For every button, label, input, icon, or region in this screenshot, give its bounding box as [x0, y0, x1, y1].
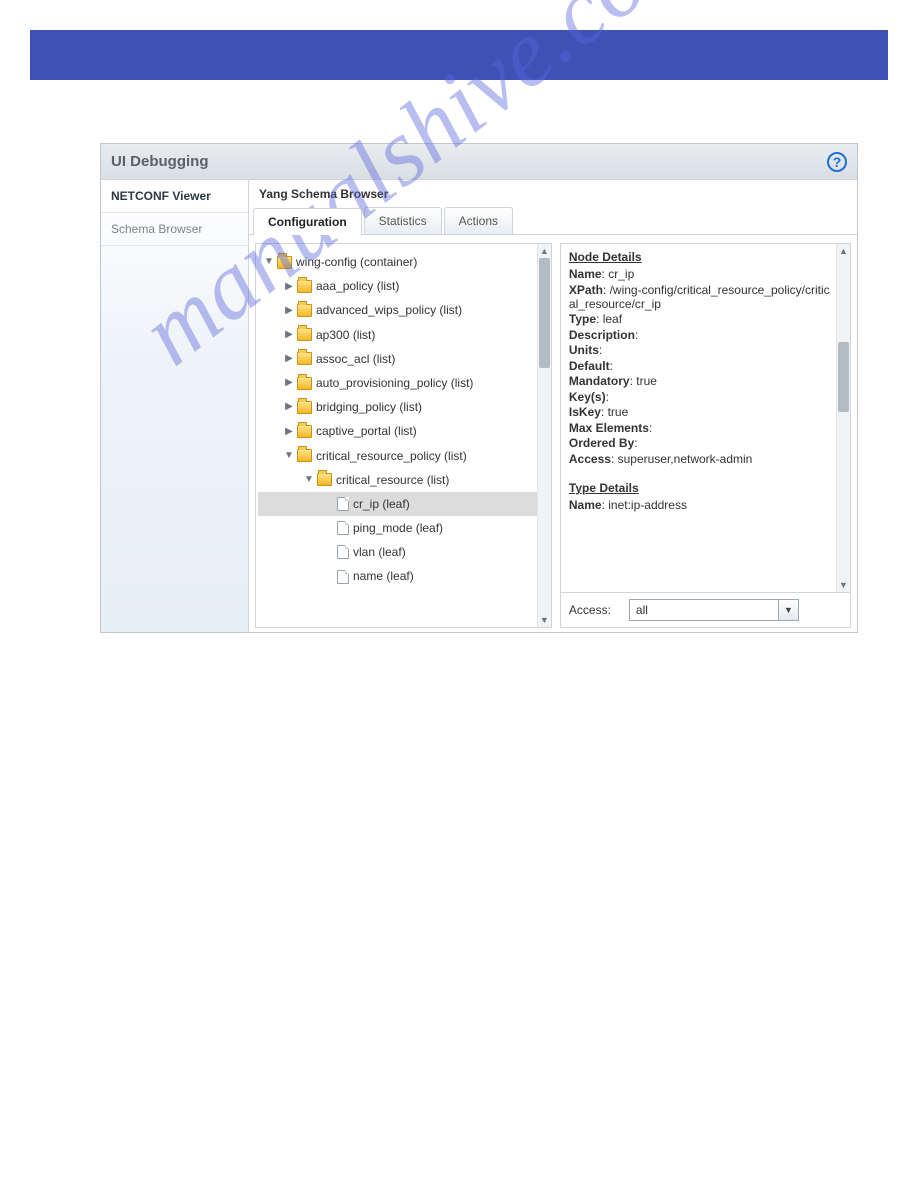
- tree-row[interactable]: ▼ critical_resource (list): [258, 468, 537, 492]
- tree-label: ap300 (list): [316, 327, 375, 343]
- folder-icon: [297, 352, 312, 365]
- scroll-thumb[interactable]: [838, 342, 849, 412]
- nav-item-schema-browser[interactable]: Schema Browser: [101, 213, 248, 246]
- schema-tree[interactable]: ▼ wing-config (container) ▶ aaa_policy (li…: [256, 244, 551, 595]
- caret-right-icon[interactable]: ▶: [284, 378, 294, 388]
- kv-td-name: Name: inet:ip-address: [569, 498, 832, 512]
- tree-label: assoc_acl (list): [316, 351, 395, 367]
- tree-label: ping_mode (leaf): [353, 520, 443, 536]
- scroll-up-icon[interactable]: ▲: [837, 244, 850, 258]
- tree-row[interactable]: ▶ping_mode (leaf): [258, 516, 537, 540]
- kv-access: Access: superuser,network-admin: [569, 452, 832, 466]
- kv-units: Units:: [569, 343, 832, 357]
- access-select-value: all: [636, 603, 648, 617]
- tree-label: critical_resource (list): [336, 472, 449, 488]
- folder-icon: [277, 256, 292, 269]
- tree-scrollbar[interactable]: ▲ ▼: [537, 244, 551, 627]
- caret-right-icon[interactable]: ▶: [284, 426, 294, 436]
- file-icon: [337, 570, 349, 584]
- kv-default: Default:: [569, 359, 832, 373]
- type-details-heading: Type Details: [569, 481, 832, 495]
- tree-row[interactable]: ▶name (leaf): [258, 564, 537, 588]
- tree-label: vlan (leaf): [353, 544, 406, 560]
- page-top-bar: [30, 30, 888, 80]
- kv-maxelem: Max Elements:: [569, 421, 832, 435]
- file-icon: [337, 521, 349, 535]
- detail-scrollbar[interactable]: ▲ ▼: [836, 244, 850, 592]
- kv-iskey: IsKey: true: [569, 405, 832, 419]
- folder-icon: [297, 377, 312, 390]
- caret-right-icon[interactable]: ▶: [284, 305, 294, 315]
- folder-icon: [297, 280, 312, 293]
- node-details: Node Details Name: cr_ip XPath: /wing-co…: [561, 244, 850, 592]
- panel-title: UI Debugging: [111, 153, 209, 170]
- tree-row[interactable]: ▶ auto_provisioning_policy (list): [258, 371, 537, 395]
- caret-right-icon[interactable]: ▶: [284, 354, 294, 364]
- tree-label: wing-config (container): [296, 254, 417, 270]
- tree-label: name (leaf): [353, 568, 414, 584]
- tree-row-selected[interactable]: ▶cr_ip (leaf): [258, 492, 537, 516]
- tree-row[interactable]: ▶ captive_portal (list): [258, 419, 537, 443]
- tree-label: captive_portal (list): [316, 423, 417, 439]
- folder-icon: [297, 449, 312, 462]
- kv-mandatory: Mandatory: true: [569, 374, 832, 388]
- left-nav: NETCONF Viewer Schema Browser: [101, 180, 249, 632]
- tree-row[interactable]: ▼ wing-config (container): [258, 250, 537, 274]
- tree-row[interactable]: ▶ assoc_acl (list): [258, 347, 537, 371]
- ui-debugging-panel: UI Debugging ? NETCONF Viewer Schema Bro…: [100, 143, 858, 633]
- folder-icon: [317, 473, 332, 486]
- kv-ordered: Ordered By:: [569, 436, 832, 450]
- tree-label: advanced_wips_policy (list): [316, 302, 462, 318]
- kv-name: Name: cr_ip: [569, 267, 832, 281]
- kv-keys: Key(s):: [569, 390, 832, 404]
- folder-icon: [297, 304, 312, 317]
- section-title: Yang Schema Browser: [249, 180, 857, 207]
- tree-panel: ▼ wing-config (container) ▶ aaa_policy (li…: [255, 243, 552, 628]
- kv-xpath: XPath: /wing-config/critical_resource_po…: [569, 283, 832, 311]
- caret-right-icon[interactable]: ▶: [284, 281, 294, 291]
- tree-label: cr_ip (leaf): [353, 496, 410, 512]
- kv-type: Type: leaf: [569, 312, 832, 326]
- chevron-down-icon[interactable]: ▼: [778, 600, 798, 620]
- help-icon[interactable]: ?: [827, 152, 847, 172]
- tab-configuration[interactable]: Configuration: [253, 208, 362, 235]
- file-icon: [337, 497, 349, 511]
- tree-row[interactable]: ▶ bridging_policy (list): [258, 395, 537, 419]
- node-details-heading: Node Details: [569, 250, 832, 264]
- tree-row[interactable]: ▶ aaa_policy (list): [258, 274, 537, 298]
- tree-label: auto_provisioning_policy (list): [316, 375, 473, 391]
- scroll-thumb[interactable]: [539, 258, 550, 368]
- main-area: Yang Schema Browser Configuration Statis…: [249, 180, 857, 632]
- detail-panel: Node Details Name: cr_ip XPath: /wing-co…: [560, 243, 851, 628]
- caret-down-icon[interactable]: ▼: [284, 451, 294, 461]
- tree-label: critical_resource_policy (list): [316, 448, 467, 464]
- caret-right-icon[interactable]: ▶: [284, 402, 294, 412]
- file-icon: [337, 545, 349, 559]
- tab-actions[interactable]: Actions: [444, 207, 513, 234]
- access-select[interactable]: all ▼: [629, 599, 799, 621]
- tabs: Configuration Statistics Actions: [249, 207, 857, 235]
- access-filter-label: Access:: [569, 603, 611, 617]
- scroll-down-icon[interactable]: ▼: [538, 613, 551, 627]
- tree-row[interactable]: ▶ ap300 (list): [258, 323, 537, 347]
- panel-header: UI Debugging ?: [101, 144, 857, 180]
- tree-label: bridging_policy (list): [316, 399, 422, 415]
- tab-statistics[interactable]: Statistics: [364, 207, 442, 234]
- tree-row[interactable]: ▶vlan (leaf): [258, 540, 537, 564]
- scroll-up-icon[interactable]: ▲: [538, 244, 551, 258]
- tree-label: aaa_policy (list): [316, 278, 399, 294]
- kv-description: Description:: [569, 328, 832, 342]
- folder-icon: [297, 425, 312, 438]
- caret-down-icon[interactable]: ▼: [304, 475, 314, 485]
- tree-row[interactable]: ▼ critical_resource_policy (list): [258, 444, 537, 468]
- tree-row[interactable]: ▶ advanced_wips_policy (list): [258, 298, 537, 322]
- folder-icon: [297, 328, 312, 341]
- caret-down-icon[interactable]: ▼: [264, 257, 274, 267]
- detail-footer: Access: all ▼: [561, 592, 850, 627]
- nav-item-netconf-viewer[interactable]: NETCONF Viewer: [101, 180, 248, 213]
- scroll-down-icon[interactable]: ▼: [837, 578, 850, 592]
- caret-right-icon[interactable]: ▶: [284, 330, 294, 340]
- folder-icon: [297, 401, 312, 414]
